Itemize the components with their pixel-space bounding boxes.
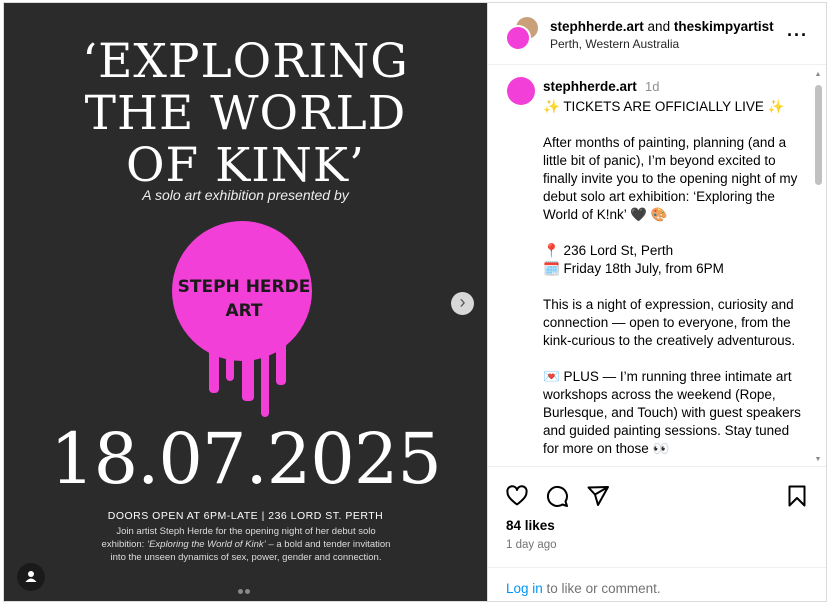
caption-time[interactable]: 1d (645, 79, 659, 94)
like-button[interactable] (505, 484, 529, 513)
user-icon (25, 571, 37, 582)
poster-title-line: OF KINK’ (126, 138, 365, 193)
poster-brand-line: STEPH HERDE (177, 277, 311, 297)
post-timestamp: 1 day ago (506, 539, 557, 551)
logo-drip (261, 343, 269, 417)
tagged-users-button[interactable] (17, 563, 45, 591)
send-icon (587, 486, 609, 506)
share-button[interactable] (586, 484, 610, 513)
comment-button[interactable] (545, 484, 569, 513)
logo-drip (276, 341, 286, 385)
save-button[interactable] (785, 484, 809, 513)
caption-scrollbar[interactable]: ▲ ▼ (814, 71, 822, 463)
likes-count[interactable]: 84 likes (506, 518, 555, 533)
scroll-up-icon[interactable]: ▲ (814, 71, 822, 78)
logo-drip (242, 343, 254, 401)
author-username[interactable]: stephherde.art (550, 19, 644, 34)
poster-date: 18.07.2025 (50, 418, 442, 500)
post-image[interactable]: ‘EXPLORING THE WORLD OF KINK’ A solo art… (4, 3, 487, 601)
chevron-right-icon: › (459, 292, 466, 312)
bookmark-icon (788, 485, 806, 507)
poster-brand-line: ART (225, 301, 263, 321)
poster-title-line: THE WORLD (84, 86, 407, 141)
login-link[interactable]: Log in (506, 581, 543, 596)
poster-title: ‘EXPLORING THE WORLD OF KINK’ (4, 36, 487, 192)
caption-username[interactable]: stephherde.art (543, 79, 637, 94)
carousel-dot (238, 589, 243, 594)
next-image-button[interactable]: › (451, 292, 474, 315)
logo-drip (226, 343, 234, 381)
login-prompt: Log in to like or comment. (488, 567, 826, 601)
scroll-down-icon[interactable]: ▼ (814, 456, 822, 463)
collaborator-username[interactable]: theskimpyartist (674, 19, 774, 34)
more-options-button[interactable]: ··· (787, 25, 808, 46)
poster-brand: STEPH HERDE ART (154, 275, 334, 323)
logo-drip (209, 343, 219, 393)
caption-avatar[interactable] (507, 77, 535, 105)
post-sidebar: stephherde.art and theskimpyartist Perth… (487, 3, 826, 601)
more-horizontal-icon: ··· (787, 25, 808, 45)
caption-text: ✨ TICKETS ARE OFFICIALLY LIVE ✨ After mo… (543, 99, 801, 456)
post-header: stephherde.art and theskimpyartist Perth… (488, 3, 826, 65)
post-location[interactable]: Perth, Western Australia (550, 37, 679, 51)
post-dialog: ‘EXPLORING THE WORLD OF KINK’ A solo art… (3, 2, 827, 602)
avatar[interactable] (505, 25, 531, 51)
poster-description: Join artist Steph Herde for the opening … (101, 526, 391, 563)
caption-section: stephherde.art 1d ✨ TICKETS ARE OFFICIAL… (488, 65, 826, 465)
heart-icon (506, 485, 528, 506)
comment-icon (546, 485, 568, 507)
poster-subtitle: A solo art exhibition presented by (142, 187, 349, 203)
carousel-dot (245, 589, 250, 594)
header-usernames: stephherde.art and theskimpyartist (550, 19, 774, 34)
poster-title-line: ‘EXPLORING (82, 34, 409, 89)
poster-doors: DOORS OPEN AT 6PM-LATE | 236 LORD ST. PE… (107, 510, 384, 522)
actions-bar: 84 likes 1 day ago Log in to like or com… (488, 466, 826, 601)
scrollbar-thumb[interactable] (815, 85, 822, 185)
carousel-dots (237, 581, 251, 599)
